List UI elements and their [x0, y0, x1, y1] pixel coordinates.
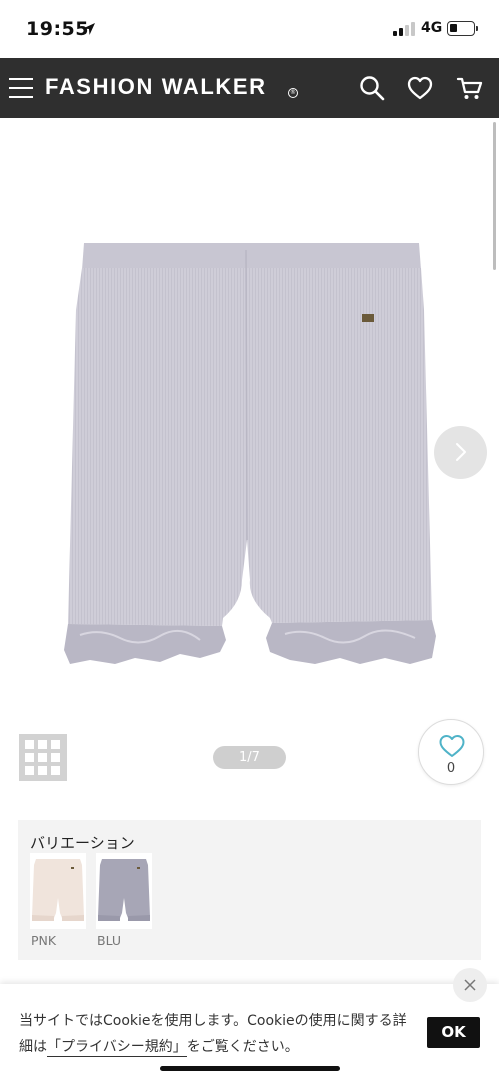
- variation-thumb-pnk[interactable]: [30, 853, 86, 929]
- cart-icon[interactable]: [456, 74, 484, 102]
- favorite-count: 0: [446, 761, 456, 776]
- battery-icon: [447, 21, 475, 36]
- registered-mark: ®: [288, 88, 298, 98]
- network-label: 4G: [421, 20, 443, 36]
- scrollbar[interactable]: [493, 122, 496, 270]
- cookie-close-button[interactable]: [453, 968, 487, 1002]
- chevron-right-icon: [456, 443, 466, 461]
- battery-cap: [476, 26, 478, 31]
- search-icon[interactable]: [358, 74, 386, 102]
- site-header: FASHION WALKER ®: [0, 58, 499, 118]
- favorite-button[interactable]: 0: [418, 719, 484, 785]
- privacy-policy-link[interactable]: 「プライバシー規約」: [47, 1039, 187, 1057]
- signal-strength-icon: [393, 22, 417, 36]
- variation-title: バリエーション: [30, 834, 135, 852]
- location-arrow-icon: [83, 23, 95, 35]
- cookie-ok-button[interactable]: OK: [427, 1017, 480, 1048]
- variation-panel: バリエーション PNK BLU: [18, 820, 481, 960]
- shorts-product-image[interactable]: [60, 240, 440, 675]
- cookie-text: 当サイトではCookieを使用します。Cookieの使用に関する詳細は「プライバ…: [19, 1008, 419, 1060]
- menu-icon[interactable]: [9, 78, 33, 98]
- home-indicator[interactable]: [160, 1066, 340, 1071]
- image-pager: 1/7: [213, 746, 286, 769]
- heart-outline-icon: [439, 735, 465, 757]
- variation-thumb-blu[interactable]: [96, 853, 152, 929]
- next-image-button[interactable]: [434, 426, 487, 479]
- close-icon: [464, 979, 476, 991]
- status-time: 19:55: [26, 18, 89, 40]
- heart-icon[interactable]: [406, 74, 434, 102]
- variation-label-pnk: PNK: [31, 933, 57, 948]
- variation-label-blu: BLU: [97, 933, 122, 948]
- grid-view-button[interactable]: [19, 734, 67, 781]
- site-logo[interactable]: FASHION WALKER: [45, 74, 267, 100]
- cookie-text-after: をご覧ください。: [186, 1039, 299, 1055]
- status-bar: 19:55 4G: [0, 0, 499, 58]
